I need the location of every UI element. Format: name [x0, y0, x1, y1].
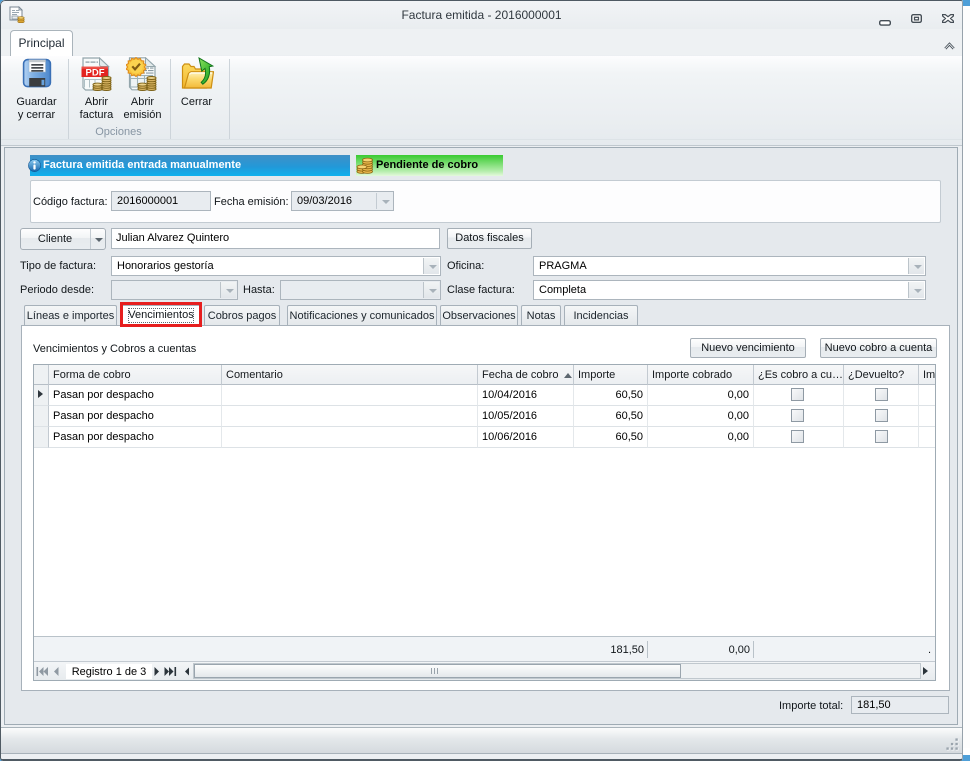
svg-text:PDF: PDF [86, 67, 105, 78]
